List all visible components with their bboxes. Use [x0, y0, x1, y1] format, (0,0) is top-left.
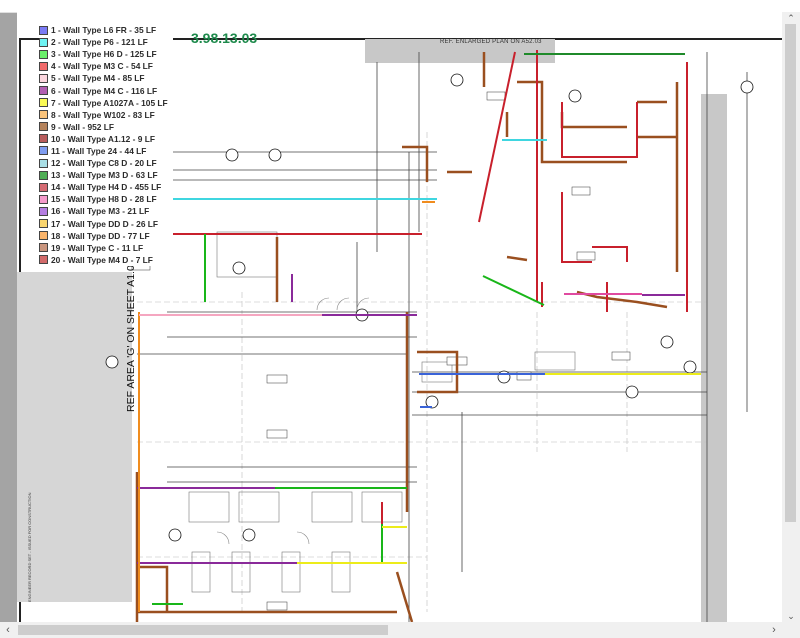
legend-swatch [39, 243, 48, 253]
legend-item: 17 - Wall Type DD D - 26 LF [39, 218, 173, 230]
legend-swatch [39, 134, 48, 144]
legend-item: 7 - Wall Type A1027A - 105 LF [39, 97, 173, 109]
legend-swatch [39, 73, 48, 83]
door-swings [216, 297, 370, 545]
legend-item: 16 - Wall Type M3 - 21 LF [39, 205, 173, 217]
vertical-scrollbar[interactable]: ⌃ ⌄ [782, 12, 800, 622]
legend-label: 17 - Wall Type DD D - 26 LF [51, 218, 159, 229]
legend-swatch [39, 25, 48, 35]
legend-swatch [39, 206, 48, 216]
drawing-page[interactable]: 3.98.13.03 REF. ENLARGED PLAN ON A52.03 … [17, 12, 782, 622]
legend-swatch [39, 110, 48, 120]
chevron-up-icon[interactable]: ⌃ [782, 12, 800, 24]
ref-area-note: REF AREA 'G' ON SHEET A1.07 [125, 259, 137, 412]
legend-label: 7 - Wall Type A1027A - 105 LF [51, 97, 168, 108]
wall-type-14-red [155, 50, 688, 524]
ref-enlarged-plan-note: REF. ENLARGED PLAN ON A52.03 [440, 39, 542, 45]
legend-item: 18 - Wall Type DD - 77 LF [39, 230, 173, 242]
legend-label: 12 - Wall Type C8 D - 20 LF [51, 158, 157, 169]
legend-label: 11 - Wall Type 24 - 44 LF [51, 145, 147, 156]
legend-item: 1 - Wall Type L6 FR - 35 LF [39, 24, 173, 36]
legend-label: 9 - Wall - 952 LF [51, 121, 114, 132]
margin-note: ENGINEER RECORD SET - ISSUED FOR CONSTRU… [27, 492, 32, 603]
wall-type-2-cyan [155, 139, 547, 200]
legend-item: 10 - Wall Type A1.12 - 9 LF [39, 133, 173, 145]
legend-label: 5 - Wall Type M4 - 85 LF [51, 73, 145, 84]
legend-label: 20 - Wall Type M4 D - 7 LF [51, 254, 153, 265]
legend-label: 15 - Wall Type H8 D - 28 LF [51, 194, 157, 205]
chevron-left-icon[interactable]: ‹ [0, 622, 16, 638]
legend-item: 14 - Wall Type H4 D - 455 LF [39, 181, 173, 193]
legend-item: 13 - Wall Type M3 D - 63 LF [39, 169, 173, 181]
wall-type-6-purple [137, 274, 685, 564]
legend-swatch [39, 86, 48, 96]
legend-item: 11 - Wall Type 24 - 44 LF [39, 145, 173, 157]
legend-swatch [39, 170, 48, 180]
legend-label: 19 - Wall Type C - 11 LF [51, 242, 144, 253]
horizontal-scrollbar[interactable]: ‹ › [0, 622, 800, 638]
vertical-scroll-thumb[interactable] [785, 24, 796, 522]
sheet-title: 3.98.13.03 [191, 30, 258, 46]
chevron-right-icon[interactable]: › [766, 622, 782, 638]
legend-label: 13 - Wall Type M3 D - 63 LF [51, 170, 158, 181]
document-viewer: 3.98.13.03 REF. ENLARGED PLAN ON A52.03 … [0, 0, 800, 638]
legend-label: 3 - Wall Type H6 D - 125 LF [51, 49, 157, 60]
legend-swatch [39, 231, 48, 241]
legend-label: 10 - Wall Type A1.12 - 9 LF [51, 133, 155, 144]
legend-item: 12 - Wall Type C8 D - 20 LF [39, 157, 173, 169]
legend-swatch [39, 37, 48, 47]
wall-type-7-yellow [297, 373, 701, 564]
legend-label: 1 - Wall Type L6 FR - 35 LF [51, 25, 157, 36]
legend-label: 16 - Wall Type M3 - 21 LF [51, 206, 150, 217]
legend-label: 8 - Wall Type W102 - 83 LF [51, 109, 155, 120]
legend-swatch [39, 255, 48, 265]
legend-swatch [39, 98, 48, 108]
legend-swatch [39, 158, 48, 168]
legend-item: 5 - Wall Type M4 - 85 LF [39, 72, 173, 84]
legend-item: 9 - Wall - 952 LF [39, 121, 173, 133]
legend-label: 6 - Wall Type M4 C - 116 LF [51, 85, 158, 96]
legend-label: 14 - Wall Type H4 D - 455 LF [51, 182, 162, 193]
legend-swatch [39, 146, 48, 156]
chevron-down-icon[interactable]: ⌄ [782, 610, 800, 622]
legend-item: 3 - Wall Type H6 D - 125 LF [39, 48, 173, 60]
legend-label: 4 - Wall Type M3 C - 54 LF [51, 61, 153, 72]
legend-label: 2 - Wall Type P6 - 121 LF [51, 37, 148, 48]
legend-swatch [39, 219, 48, 229]
legend-item: 15 - Wall Type H8 D - 28 LF [39, 193, 173, 205]
legend-swatch [39, 61, 48, 71]
wall-type-legend: 1 - Wall Type L6 FR - 35 LF 2 - Wall Type… [39, 24, 173, 266]
horizontal-scroll-thumb[interactable] [18, 625, 388, 635]
legend-item: 6 - Wall Type M4 C - 116 LF [39, 84, 173, 96]
legend-swatch [39, 182, 48, 192]
legend-item: 4 - Wall Type M3 C - 54 LF [39, 60, 173, 72]
legend-item: 19 - Wall Type C - 11 LF [39, 242, 173, 254]
legend-swatch [39, 122, 48, 132]
legend-label: 18 - Wall Type DD - 77 LF [51, 230, 150, 241]
legend-item: 8 - Wall Type W102 - 83 LF [39, 109, 173, 121]
legend-swatch [39, 194, 48, 204]
wall-type-3-green [152, 234, 545, 605]
legend-swatch [39, 49, 48, 59]
wall-type-8-orange [138, 201, 435, 612]
legend-item: 20 - Wall Type M4 D - 7 LF [39, 254, 173, 266]
legend-item: 2 - Wall Type P6 - 121 LF [39, 36, 173, 48]
